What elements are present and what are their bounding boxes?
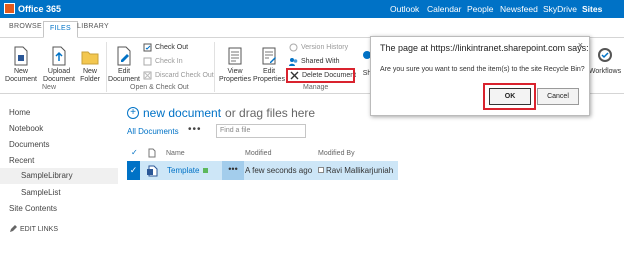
folder-icon [81, 51, 99, 65]
table-row[interactable]: ✓ Template ••• A few seconds ago Ravi Ma… [127, 161, 398, 180]
nav-newsfeed[interactable]: Newsfeed [500, 4, 538, 14]
word-document-icon [147, 165, 158, 177]
dialog-message: Are you sure you want to send the item(s… [380, 66, 585, 73]
view-all-documents[interactable]: All Documents [127, 127, 179, 136]
office-logo-icon [4, 3, 15, 14]
nav-site-contents[interactable]: Site Contents [9, 204, 57, 213]
select-all-checkmark-icon[interactable]: ✓ [131, 148, 138, 157]
edit-document-icon [117, 46, 131, 66]
find-file-input[interactable]: Find a file [216, 124, 306, 138]
ribbon-tabs: BROWSE FILES LIBRARY [0, 18, 624, 38]
ribbon-separator [214, 42, 215, 92]
nav-calendar[interactable]: Calendar [427, 4, 462, 14]
check-out-button[interactable]: Check Out [143, 43, 188, 52]
suite-bar: Office 365 Outlook Calendar People Newsf… [0, 0, 624, 18]
tab-files[interactable]: FILES [43, 21, 78, 38]
new-item-icon [203, 168, 208, 173]
nav-skydrive[interactable]: SkyDrive [543, 4, 577, 14]
edit-links-button[interactable]: EDIT LINKS [9, 225, 58, 233]
item-menu-button[interactable]: ••• [222, 161, 244, 180]
nav-samplelist[interactable]: SampleList [21, 188, 61, 197]
new-document-button[interactable]: New Document [2, 46, 40, 84]
check-in-icon [143, 57, 152, 66]
nav-notebook[interactable]: Notebook [9, 124, 43, 133]
upload-document-button[interactable]: Upload Document [41, 46, 77, 84]
group-manage-label: Manage [303, 84, 329, 91]
column-header-modified[interactable]: Modified [245, 150, 271, 157]
new-document-label[interactable]: new document [143, 106, 221, 120]
workflows-button[interactable]: Workflows [588, 46, 622, 76]
view-more-button[interactable]: ••• [188, 124, 202, 135]
app-title: Office 365 [18, 3, 62, 14]
file-type-header-icon [148, 148, 156, 158]
view-properties-icon [228, 47, 242, 65]
column-header-name[interactable]: Name [166, 150, 185, 157]
plus-icon: + [127, 107, 139, 119]
dialog-title: The page at https://linkintranet.sharepo… [380, 43, 589, 53]
version-history-button[interactable]: Version History [289, 43, 348, 52]
upload-icon [52, 46, 66, 66]
row-modified-by[interactable]: Ravi Mallikarjuniah [326, 166, 393, 175]
group-new-label: New [42, 84, 57, 91]
drag-files-label: or drag files here [225, 106, 316, 120]
shared-with-button[interactable]: Shared With [289, 57, 340, 66]
nav-documents[interactable]: Documents [9, 140, 49, 149]
discard-icon [143, 71, 152, 80]
pencil-icon [10, 225, 17, 232]
check-out-icon [143, 43, 152, 52]
nav-sites[interactable]: Sites [582, 4, 602, 14]
edit-properties-button[interactable]: Edit Properties [253, 46, 285, 84]
nav-people[interactable]: People [467, 4, 493, 14]
tab-browse[interactable]: BROWSE [9, 23, 42, 30]
nav-home[interactable]: Home [9, 108, 30, 117]
column-header-modified-by[interactable]: Modified By [318, 150, 355, 157]
tab-library[interactable]: LIBRARY [77, 23, 109, 30]
edit-properties-icon [262, 47, 276, 65]
version-history-icon [289, 43, 298, 52]
row-checkbox-checked-icon[interactable]: ✓ [127, 161, 140, 180]
office365-logo[interactable]: Office 365 [4, 3, 61, 14]
new-document-link[interactable]: + new document or drag files here [127, 106, 315, 120]
row-modified: A few seconds ago [245, 166, 313, 175]
nav-outlook[interactable]: Outlook [390, 4, 419, 14]
row-name[interactable]: Template [167, 166, 199, 175]
new-document-icon [14, 46, 28, 66]
edit-document-button[interactable]: Edit Document [107, 46, 141, 84]
new-folder-button[interactable]: New Folder [77, 46, 103, 84]
presence-icon [318, 167, 324, 173]
highlight-delete-document [286, 68, 355, 83]
workflows-icon [598, 48, 612, 62]
confirm-dialog: The page at https://linkintranet.sharepo… [370, 36, 590, 116]
close-icon[interactable]: × [578, 40, 583, 50]
group-open-label: Open & Check Out [130, 84, 189, 91]
nav-samplelibrary[interactable]: SampleLibrary [0, 168, 118, 184]
cancel-button[interactable]: Cancel [537, 88, 579, 105]
nav-recent[interactable]: Recent [9, 156, 34, 165]
view-properties-button[interactable]: View Properties [217, 46, 253, 84]
people-icon [289, 58, 298, 66]
check-in-button[interactable]: Check In [143, 57, 183, 66]
discard-check-out-button[interactable]: Discard Check Out [143, 71, 214, 80]
highlight-ok-button [483, 83, 536, 110]
